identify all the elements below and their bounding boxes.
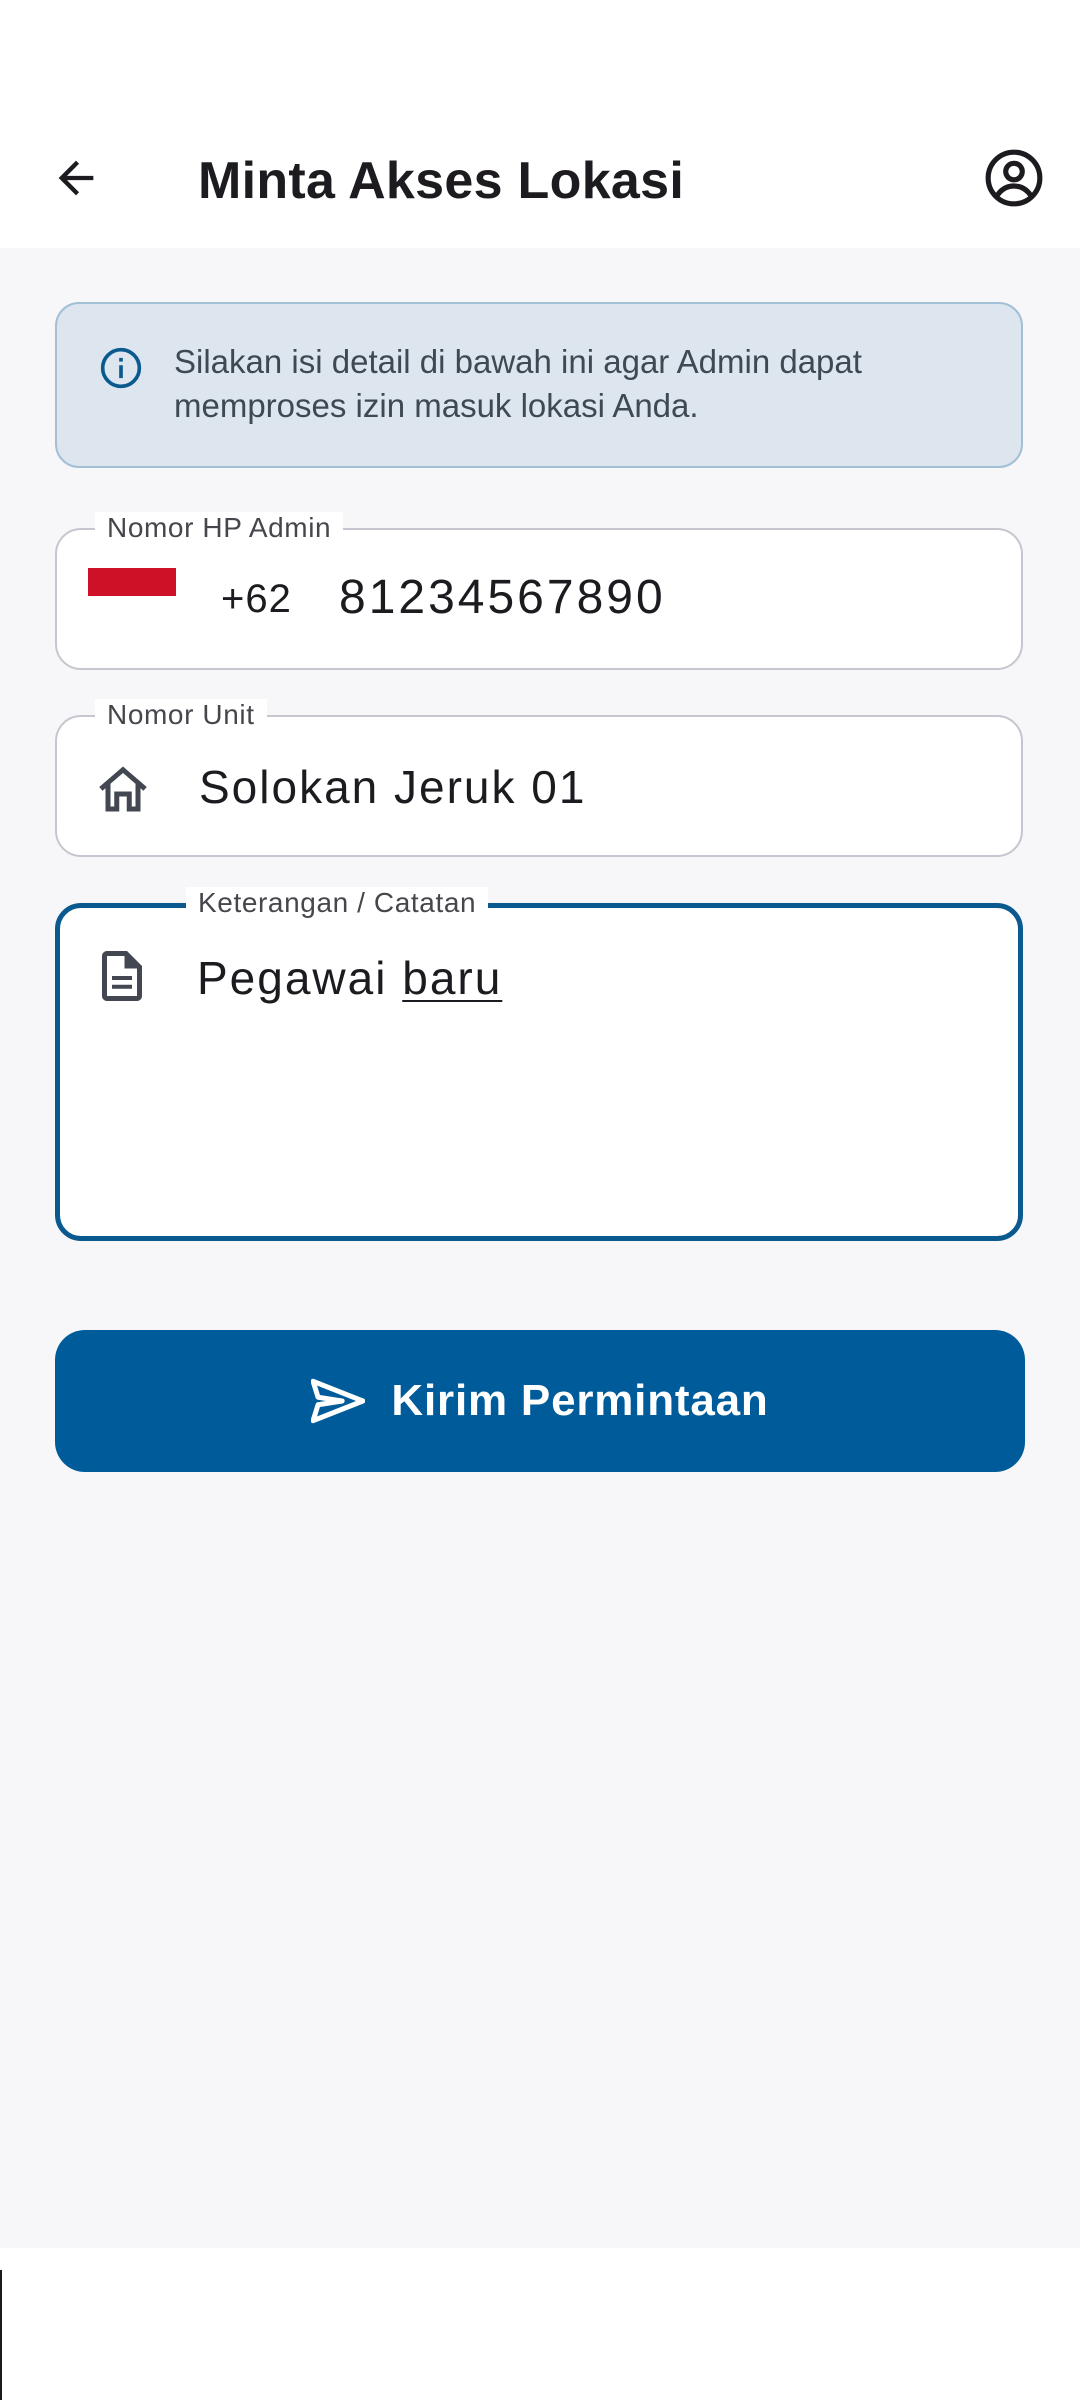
- note-field-label: Keterangan / Catatan: [186, 887, 489, 919]
- note-field[interactable]: Keterangan / Catatan Pegawai baru: [55, 887, 1023, 1241]
- unit-input-value[interactable]: Solokan Jeruk 01: [199, 757, 586, 817]
- app-bar: Minta Akses Lokasi: [0, 120, 1080, 248]
- indonesia-flag-icon: [88, 568, 178, 620]
- page-title: Minta Akses Lokasi: [198, 152, 685, 210]
- unit-field-label: Nomor Unit: [95, 699, 267, 731]
- info-icon: [100, 347, 142, 389]
- country-dial-code[interactable]: +62: [221, 574, 292, 624]
- phone-input-value[interactable]: 81234567890: [339, 568, 666, 628]
- account-circle-icon: [985, 149, 1043, 207]
- status-bar: [0, 0, 1080, 120]
- content-area: Silakan isi detail di bawah ini agar Adm…: [0, 248, 1080, 2248]
- home-icon: [99, 766, 147, 812]
- submit-request-button[interactable]: Kirim Permintaan: [55, 1330, 1025, 1472]
- document-icon: [102, 951, 142, 1001]
- note-input-value[interactable]: Pegawai baru: [197, 948, 502, 1008]
- phone-field-label: Nomor HP Admin: [95, 512, 344, 544]
- back-button[interactable]: [36, 138, 116, 218]
- note-text: Pegawai: [197, 952, 403, 1004]
- info-banner: Silakan isi detail di bawah ini agar Adm…: [55, 302, 1023, 468]
- system-navigation-area: [0, 2248, 1080, 2400]
- submit-button-label: Kirim Permintaan: [391, 1376, 769, 1425]
- arrow-left-icon: [58, 160, 94, 196]
- account-button[interactable]: [972, 136, 1056, 220]
- info-text: Silakan isi detail di bawah ini agar Adm…: [174, 343, 862, 424]
- nav-edge-line: [0, 2270, 2, 2400]
- note-composing-text: baru: [402, 952, 503, 1004]
- phone-field[interactable]: Nomor HP Admin +62 81234567890: [55, 512, 1023, 670]
- unit-number-field[interactable]: Nomor Unit Solokan Jeruk 01: [55, 699, 1023, 857]
- send-icon: [311, 1378, 366, 1424]
